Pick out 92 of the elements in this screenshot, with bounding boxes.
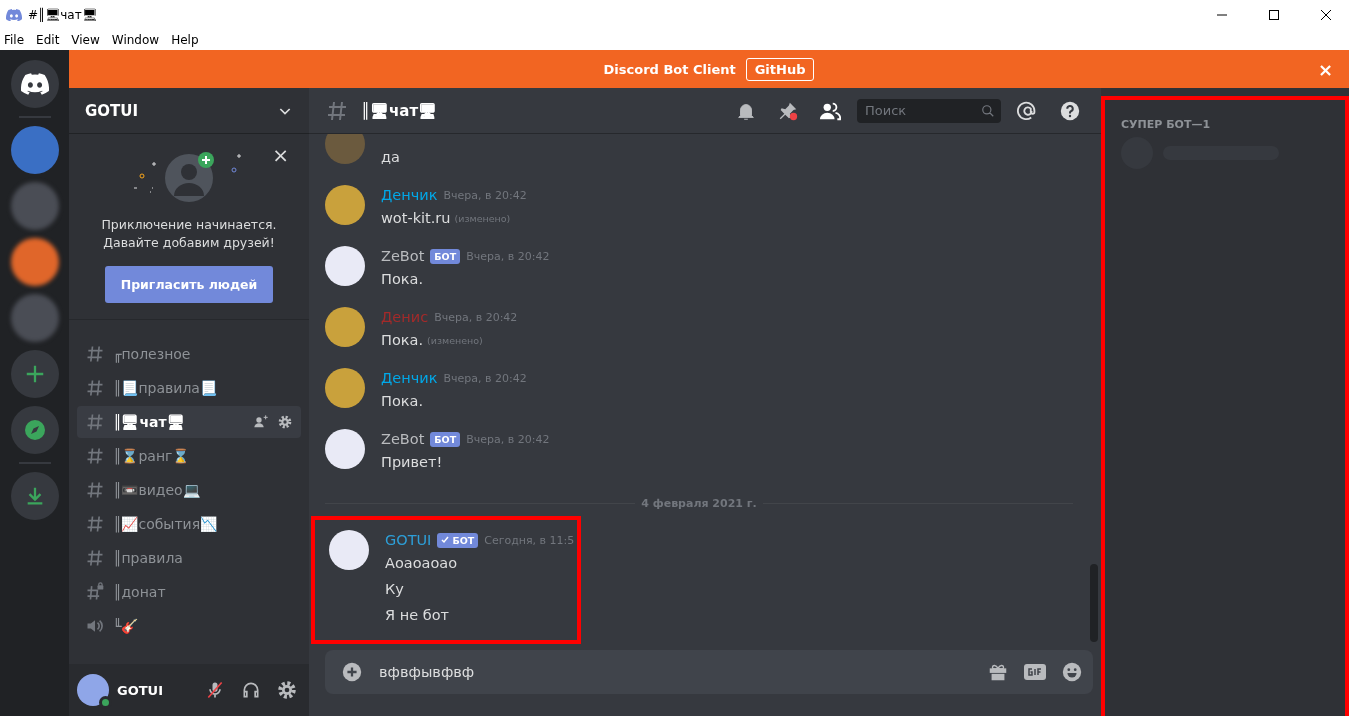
bot-badge: БОТ xyxy=(430,248,461,264)
user-name: GOTUI xyxy=(117,682,164,698)
explore-button[interactable] xyxy=(10,406,59,454)
author-name[interactable]: GOTUI xyxy=(385,532,432,548)
channel-item[interactable]: ║⌛ранг⌛ xyxy=(77,440,301,473)
server-icon[interactable] xyxy=(10,238,59,286)
avatar[interactable] xyxy=(325,429,365,469)
channel-item[interactable]: ║донат xyxy=(77,576,301,609)
online-status-icon xyxy=(99,696,112,709)
hash-icon xyxy=(85,344,105,365)
bot-badge: БОТ xyxy=(430,431,461,447)
download-button[interactable] xyxy=(10,472,59,520)
member-group-label: СУПЕР БОТ—1 xyxy=(1121,118,1212,131)
message-composer[interactable]: вфвфывфвф xyxy=(325,650,1093,694)
timestamp: Вчера, в 20:42 xyxy=(434,310,518,324)
window-title: #║🖥чат🖥 xyxy=(28,8,98,22)
emoji-icon xyxy=(1061,661,1083,683)
user-avatar[interactable] xyxy=(77,674,109,706)
help-icon xyxy=(1059,99,1081,122)
author-name[interactable]: ZeBot xyxy=(381,248,425,264)
discord-logo-icon xyxy=(20,73,49,95)
message-text: Аоаоаоао xyxy=(385,555,458,571)
muted-microphone-icon xyxy=(205,680,225,700)
author-name[interactable]: ZeBot xyxy=(381,431,425,447)
add-icon xyxy=(341,661,363,683)
search-field[interactable]: Поиск xyxy=(857,98,1001,123)
avatar[interactable] xyxy=(325,185,365,225)
message-text: wot-kit.ru xyxy=(381,210,451,226)
message-text: Пока. xyxy=(381,332,424,348)
avatar[interactable] xyxy=(325,307,365,347)
github-button[interactable]: GitHub xyxy=(745,57,815,81)
app-logo-icon xyxy=(6,8,22,22)
avatar[interactable] xyxy=(325,246,365,286)
avatar[interactable] xyxy=(329,530,369,570)
hash-icon xyxy=(85,548,105,569)
bot-badge: БОТ xyxy=(437,532,479,548)
message-text: Ку xyxy=(385,581,404,597)
hash-icon xyxy=(85,412,105,433)
settings-icon xyxy=(277,680,297,700)
message-text: да xyxy=(381,148,400,167)
hash-icon xyxy=(85,480,105,501)
server-icon[interactable] xyxy=(10,126,59,174)
message-text: Привет! xyxy=(381,454,443,470)
banner-title: Discord Bot Client xyxy=(603,61,736,77)
timestamp: Вчера, в 20:42 xyxy=(443,371,527,385)
home-button[interactable] xyxy=(10,60,59,108)
author-name[interactable]: Денчик xyxy=(381,187,438,203)
check-icon xyxy=(441,536,450,544)
date-divider-label: 4 февраля 2021 г. xyxy=(641,497,757,510)
scrollbar-thumb[interactable] xyxy=(1090,564,1098,642)
close-icon xyxy=(1321,10,1331,20)
add-server-button[interactable] xyxy=(10,350,59,398)
server-name: GOTUI xyxy=(85,101,139,120)
hash-icon xyxy=(85,378,105,399)
avatar[interactable] xyxy=(325,368,365,408)
menu-item[interactable]: Edit xyxy=(36,33,60,47)
maximize-icon xyxy=(1269,10,1279,20)
settings-icon xyxy=(277,414,293,431)
channel-item[interactable]: ╙🎸 xyxy=(77,610,301,643)
timestamp: Вчера, в 20:42 xyxy=(466,432,550,446)
locked-hash-icon xyxy=(85,582,105,603)
channel-item[interactable]: ║📼видео💻 xyxy=(77,474,301,507)
invite-text: Приключение начинается. Давайте добавим друзей! xyxy=(101,216,277,253)
channel-item[interactable]: ║📃правила📃 xyxy=(77,372,301,405)
channel-item[interactable]: ║правила xyxy=(77,542,301,575)
headphones-icon xyxy=(241,680,261,700)
timestamp: Сегодня, в 11:5 xyxy=(484,533,575,547)
hash-icon xyxy=(85,514,105,535)
channel-item[interactable]: ╓полезное xyxy=(77,338,301,371)
message-input[interactable]: вфвфывфвф xyxy=(377,663,973,681)
timestamp: Вчера, в 20:42 xyxy=(466,249,550,263)
search-input[interactable]: Поиск xyxy=(863,102,981,119)
compass-icon xyxy=(22,418,47,442)
invite-button[interactable]: Пригласить людей xyxy=(104,266,274,304)
menu-item[interactable]: Help xyxy=(171,33,199,47)
message-text: Пока. xyxy=(381,271,424,287)
close-button[interactable]: × xyxy=(266,142,295,168)
banner-close-button[interactable]: × xyxy=(1311,58,1339,81)
search-icon xyxy=(981,103,995,118)
gif-icon xyxy=(1023,661,1047,683)
menu-item[interactable]: File xyxy=(4,33,25,47)
message-text: Я не бот xyxy=(385,607,449,623)
hash-icon xyxy=(85,446,105,467)
channel-item[interactable]: ║🖥чат🖥 xyxy=(77,406,301,439)
menu-item[interactable]: View xyxy=(71,33,100,47)
author-name[interactable]: Денчик xyxy=(381,370,438,386)
menu-item[interactable]: Window xyxy=(111,33,160,47)
edited-label: (изменено) xyxy=(427,334,483,346)
message-text: Пока. xyxy=(381,393,424,409)
channel-item[interactable]: ║📈события📉 xyxy=(77,508,301,541)
channel-title: ║🖥чат🖥 xyxy=(361,101,439,120)
timestamp: Вчера, в 20:42 xyxy=(443,188,527,202)
